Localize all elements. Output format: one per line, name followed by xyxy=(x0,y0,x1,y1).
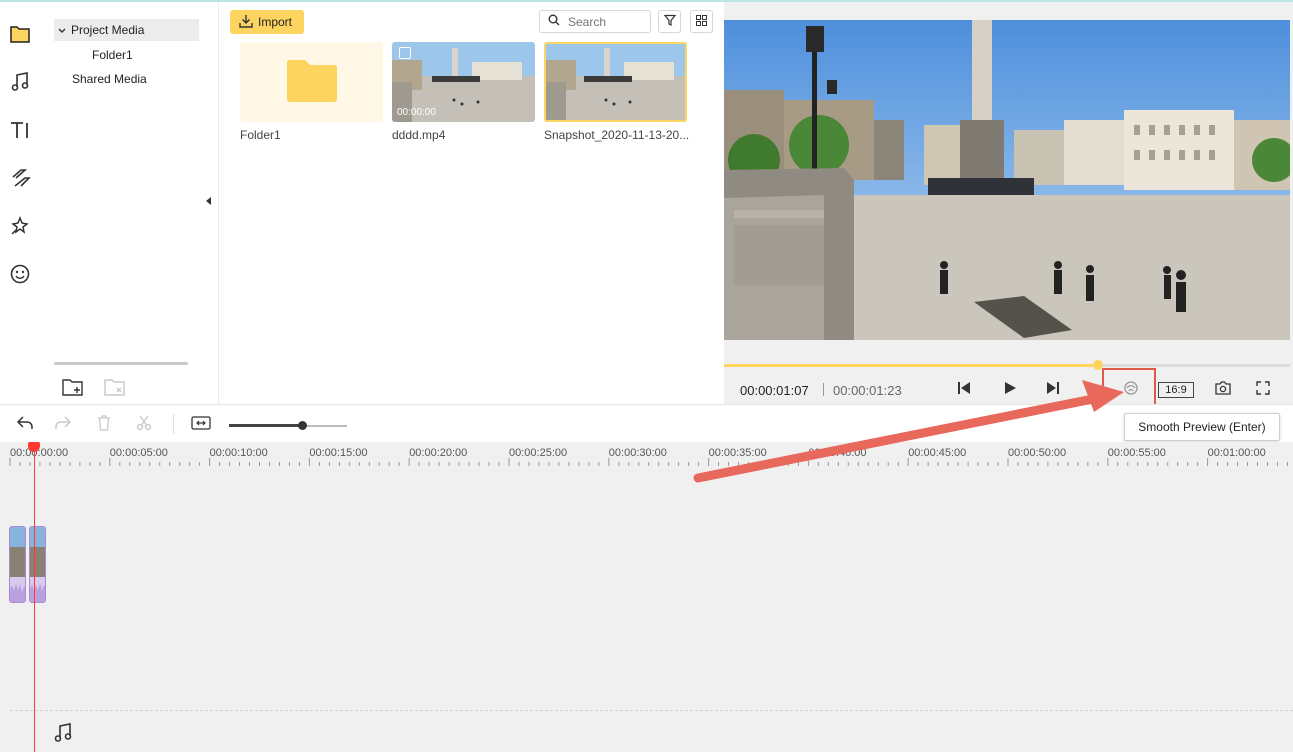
folder-icon xyxy=(283,57,341,108)
video-clip[interactable] xyxy=(9,526,26,603)
audio-track-icon xyxy=(52,722,74,744)
zoom-slider-knob[interactable] xyxy=(298,421,308,430)
undo-icon xyxy=(16,415,34,434)
highlight-annotation-box xyxy=(1102,368,1156,408)
sticker-icon[interactable] xyxy=(8,262,32,286)
import-icon xyxy=(239,14,253,31)
zoom-slider-fill xyxy=(229,424,303,427)
media-item-name: Folder1 xyxy=(240,128,281,142)
music-icon[interactable] xyxy=(8,70,32,94)
progress-fill xyxy=(724,364,1098,367)
effects-icon[interactable] xyxy=(8,214,32,238)
fullscreen-button[interactable] xyxy=(1252,378,1274,400)
fit-width-icon xyxy=(191,415,211,433)
redo-icon xyxy=(54,415,72,434)
next-frame-button[interactable] xyxy=(1042,378,1064,400)
timeline-toolbar xyxy=(0,404,1293,442)
media-folder-tree: Project Media Folder1 Shared Media xyxy=(42,2,219,404)
search-input[interactable] xyxy=(568,14,638,29)
select-checkbox[interactable] xyxy=(399,47,411,59)
undo-button[interactable] xyxy=(14,413,36,435)
tree-item-shared-media[interactable]: Shared Media xyxy=(72,68,147,90)
media-library: Import Folder1 xyxy=(220,2,723,404)
previous-frame-button[interactable] xyxy=(953,378,975,400)
search-icon xyxy=(548,14,560,29)
play-button[interactable] xyxy=(999,378,1021,400)
audio-track-divider xyxy=(10,710,1293,711)
media-item-image-selected[interactable] xyxy=(544,42,687,122)
folder-icon[interactable] xyxy=(8,22,32,46)
skip-forward-icon xyxy=(1046,381,1060,398)
trash-icon xyxy=(97,414,111,434)
fullscreen-icon xyxy=(1256,380,1270,398)
camera-icon xyxy=(1215,380,1231,398)
transition-icon[interactable] xyxy=(8,166,32,190)
tree-item-project-media[interactable]: Project Media xyxy=(54,19,199,41)
current-time: 00:00:01:07 xyxy=(740,383,809,398)
timeline-area[interactable]: 00:00:00:00 00:00:05:00 00:00:10:00 00:00:1… xyxy=(0,442,1293,752)
redo-button xyxy=(52,413,74,435)
video-clip[interactable] xyxy=(29,526,46,603)
media-item-video[interactable]: 00:00:00 xyxy=(392,42,535,122)
video-thumbnail: 00:00:00 xyxy=(392,42,535,122)
video-duration: 00:00:00 xyxy=(397,107,436,118)
preview-video[interactable] xyxy=(724,20,1290,340)
search-box[interactable] xyxy=(539,10,651,33)
filter-button[interactable] xyxy=(658,10,681,33)
delete-button xyxy=(93,413,115,435)
tree-scrollbar[interactable] xyxy=(54,362,188,365)
media-item-folder[interactable] xyxy=(240,42,383,122)
smooth-preview-tooltip: Smooth Preview (Enter) xyxy=(1124,413,1280,441)
text-icon[interactable] xyxy=(8,118,32,142)
delete-folder-icon xyxy=(104,377,126,400)
snapshot-button[interactable] xyxy=(1212,378,1234,400)
image-thumbnail xyxy=(546,44,685,120)
preview-progress-bar[interactable] xyxy=(724,360,1290,370)
tree-item-folder1[interactable]: Folder1 xyxy=(92,44,133,66)
scissors-icon xyxy=(136,415,152,434)
media-item-name: Snapshot_2020-11-13-20... xyxy=(544,128,690,142)
preview-panel: 00:00:01:07 00:00:01:23 16:9 xyxy=(724,2,1293,408)
total-time: 00:00:01:23 xyxy=(833,383,902,398)
playhead-line xyxy=(34,442,35,752)
import-button[interactable]: Import xyxy=(230,10,304,34)
import-label: Import xyxy=(258,15,293,29)
skip-back-icon xyxy=(957,381,971,398)
play-icon xyxy=(1003,381,1017,398)
split-button xyxy=(133,413,155,435)
media-item-name: dddd.mp4 xyxy=(392,128,446,142)
new-folder-icon[interactable] xyxy=(62,377,84,400)
fit-timeline-button[interactable] xyxy=(190,413,212,435)
collapse-panel-icon[interactable] xyxy=(206,197,211,205)
chevron-down-icon[interactable] xyxy=(58,19,66,41)
grid-view-button[interactable] xyxy=(690,10,713,33)
category-rail xyxy=(0,2,42,404)
aspect-ratio-button[interactable]: 16:9 xyxy=(1158,382,1194,398)
ruler-ticks xyxy=(9,458,1288,466)
toolbar-divider xyxy=(173,414,174,434)
grid-icon xyxy=(696,14,707,29)
time-separator xyxy=(823,383,824,396)
tree-item-label: Project Media xyxy=(71,23,145,37)
filter-icon xyxy=(663,14,676,29)
